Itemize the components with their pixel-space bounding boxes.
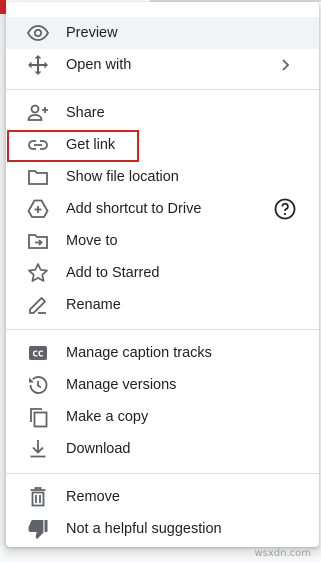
menu-item-manage-versions[interactable]: Manage versions — [6, 369, 319, 401]
menu-item-label: Open with — [66, 57, 132, 73]
menu-item-add-starred[interactable]: Add to Starred — [6, 257, 319, 289]
menu-item-add-shortcut[interactable]: Add shortcut to Drive — [6, 193, 319, 225]
menu-item-label: Manage versions — [66, 377, 177, 393]
eye-icon — [26, 21, 50, 45]
menu-item-make-copy[interactable]: Make a copy — [6, 401, 319, 433]
svg-text:CC: CC — [32, 350, 44, 359]
menu-item-label: Get link — [66, 137, 116, 153]
menu-item-label: Preview — [66, 25, 118, 41]
menu-item-label: Make a copy — [66, 409, 149, 425]
menu-item-label: Share — [66, 105, 105, 121]
menu-divider — [6, 473, 319, 474]
star-icon — [26, 261, 50, 285]
menu-item-label: Show file location — [66, 169, 179, 185]
move-to-folder-icon — [26, 229, 50, 253]
menu-item-preview[interactable]: Preview — [6, 17, 319, 49]
menu-item-label: Manage caption tracks — [66, 345, 212, 361]
pencil-icon — [26, 293, 50, 317]
menu-item-label: Download — [66, 441, 131, 457]
thumbs-down-icon — [26, 517, 50, 541]
menu-item-share[interactable]: Share — [6, 97, 319, 129]
move-icon — [26, 53, 50, 77]
menu-divider — [6, 89, 319, 90]
menu-item-label: Remove — [66, 489, 120, 505]
menu-item-not-helpful[interactable]: Not a helpful suggestion — [6, 513, 319, 545]
menu-item-remove[interactable]: Remove — [6, 481, 319, 513]
link-icon — [26, 133, 50, 157]
help-circle-icon[interactable] — [273, 197, 297, 221]
menu-item-caption-tracks[interactable]: CC Manage caption tracks — [6, 337, 319, 369]
add-to-drive-icon — [26, 197, 50, 221]
menu-item-label: Not a helpful suggestion — [66, 521, 222, 537]
menu-item-download[interactable]: Download — [6, 433, 319, 465]
menu-item-label: Move to — [66, 233, 118, 249]
copy-icon — [26, 405, 50, 429]
context-menu: Preview Open with Share Get link Show fi… — [6, 2, 319, 547]
chevron-right-icon — [273, 53, 297, 77]
menu-item-get-link[interactable]: Get link — [6, 129, 319, 161]
folder-icon — [26, 165, 50, 189]
trash-icon — [26, 485, 50, 509]
menu-item-label: Rename — [66, 297, 121, 313]
history-icon — [26, 373, 50, 397]
menu-divider — [6, 329, 319, 330]
menu-item-open-with[interactable]: Open with — [6, 49, 319, 81]
person-add-icon — [26, 101, 50, 125]
watermark: wsxdn.com — [254, 548, 311, 559]
menu-item-label: Add shortcut to Drive — [66, 201, 202, 217]
menu-item-label: Add to Starred — [66, 265, 160, 281]
menu-item-move-to[interactable]: Move to — [6, 225, 319, 257]
menu-item-rename[interactable]: Rename — [6, 289, 319, 321]
download-icon — [26, 437, 50, 461]
closed-caption-icon: CC — [26, 341, 50, 365]
menu-item-show-file-location[interactable]: Show file location — [6, 161, 319, 193]
